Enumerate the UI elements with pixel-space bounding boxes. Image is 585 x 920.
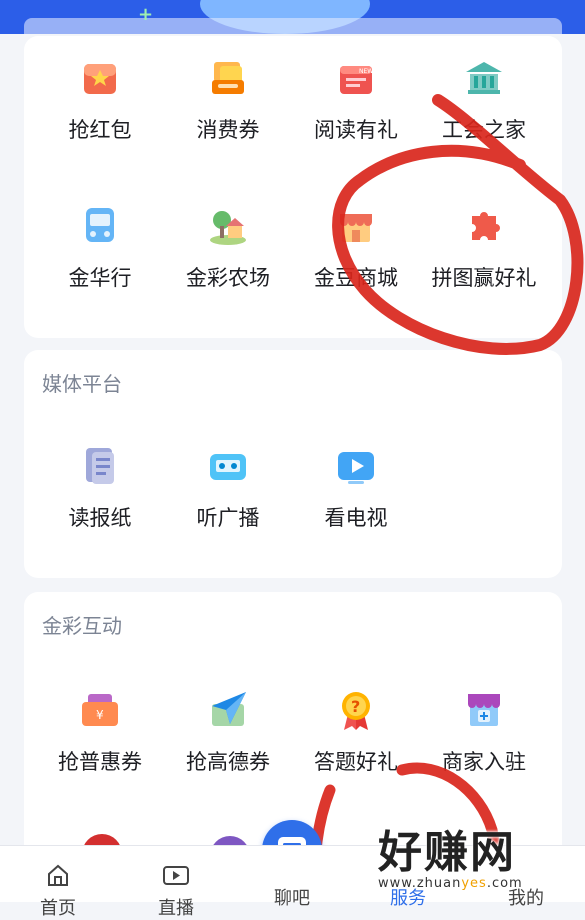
media-read-newspaper[interactable]: 读报纸 bbox=[36, 444, 164, 532]
media-watch-tv[interactable]: 看电视 bbox=[292, 444, 420, 532]
service-jinhua-travel[interactable]: 金华行 bbox=[36, 204, 164, 292]
interact-merchant-join[interactable]: 商家入驻 bbox=[420, 688, 548, 776]
media-label: 看电视 bbox=[324, 506, 388, 530]
media-listen-radio[interactable]: 听广播 bbox=[164, 444, 292, 532]
top-banner: + bbox=[0, 0, 585, 34]
watermark-domain: www.zhuanyes.com bbox=[378, 876, 578, 891]
news-gift-icon: NEWS bbox=[334, 56, 378, 100]
watermark-title: 好赚网 bbox=[378, 827, 516, 878]
banner-strip bbox=[24, 18, 562, 34]
interact-label: 答题好礼 bbox=[314, 750, 398, 774]
service-jincai-farm[interactable]: 金彩农场 bbox=[164, 204, 292, 292]
svg-text:¥: ¥ bbox=[96, 708, 104, 722]
svg-text:?: ? bbox=[351, 697, 360, 716]
watermark: 好赚网 www.zhuanyes.com bbox=[378, 816, 578, 891]
video-icon bbox=[163, 866, 189, 885]
watermark-domain-prefix: www.zhuan bbox=[378, 876, 462, 891]
interact-label: 抢普惠券 bbox=[58, 750, 142, 774]
farm-house-icon bbox=[206, 204, 250, 248]
shop-icon bbox=[334, 204, 378, 248]
watermark-domain-suffix: .com bbox=[486, 876, 523, 891]
radio-icon bbox=[206, 444, 250, 488]
service-jindou-mall[interactable]: 金豆商城 bbox=[292, 204, 420, 292]
discount-voucher-icon: ¥ bbox=[78, 688, 122, 732]
section-title: 金彩互动 bbox=[42, 614, 122, 638]
store-add-icon bbox=[462, 688, 506, 732]
service-label: 消费券 bbox=[196, 118, 260, 142]
bus-icon bbox=[78, 204, 122, 248]
nav-home[interactable]: 首页 bbox=[18, 862, 98, 920]
nav-chat[interactable]: 聊吧 bbox=[252, 882, 332, 910]
paper-plane-map-icon bbox=[206, 688, 250, 732]
service-label: 金豆商城 bbox=[314, 266, 398, 290]
media-label: 听广播 bbox=[196, 506, 260, 530]
interact-quiz-gift[interactable]: ? 答题好礼 bbox=[292, 688, 420, 776]
nav-label: 聊吧 bbox=[274, 888, 310, 909]
interact-amap-voucher[interactable]: 抢高德券 bbox=[164, 688, 292, 776]
interact-label: 商家入驻 bbox=[442, 750, 526, 774]
union-building-icon bbox=[462, 56, 506, 100]
service-union-home[interactable]: 工会之家 bbox=[420, 56, 548, 144]
newspaper-icon bbox=[78, 444, 122, 488]
service-read-gift[interactable]: NEWS 阅读有礼 bbox=[292, 56, 420, 144]
interact-label: 抢高德券 bbox=[186, 750, 270, 774]
tv-icon bbox=[334, 444, 378, 488]
home-icon bbox=[48, 864, 68, 886]
service-label: 金华行 bbox=[68, 266, 132, 290]
media-card: 媒体平台 读报纸 听广播 看电视 bbox=[24, 350, 562, 578]
nav-label: 首页 bbox=[40, 898, 76, 919]
puzzle-icon bbox=[462, 204, 506, 248]
sparkle-icon: + bbox=[138, 4, 154, 25]
service-label: 工会之家 bbox=[442, 118, 526, 142]
media-label: 读报纸 bbox=[68, 506, 132, 530]
nav-live[interactable]: 直播 bbox=[136, 862, 216, 920]
services-card: 抢红包 消费券 NEWS 阅读有礼 工会之家 金华行 金彩农场 金豆商城 拼图赢… bbox=[24, 36, 562, 338]
service-label: 金彩农场 bbox=[186, 266, 270, 290]
watermark-domain-accent: yes bbox=[461, 876, 487, 891]
nav-label: 直播 bbox=[158, 898, 194, 919]
service-consumption-coupon[interactable]: 消费券 bbox=[164, 56, 292, 144]
svg-text:NEWS: NEWS bbox=[359, 68, 377, 75]
question-medal-icon: ? bbox=[334, 688, 378, 732]
service-grab-red-envelope[interactable]: 抢红包 bbox=[36, 56, 164, 144]
service-label: 拼图赢好礼 bbox=[431, 266, 537, 290]
section-title: 媒体平台 bbox=[42, 372, 122, 396]
service-label: 抢红包 bbox=[68, 118, 132, 142]
red-envelope-icon bbox=[78, 56, 122, 100]
interact-inclusive-voucher[interactable]: ¥ 抢普惠券 bbox=[36, 688, 164, 776]
service-puzzle-gift[interactable]: 拼图赢好礼 bbox=[420, 204, 548, 292]
coupon-icon bbox=[206, 56, 250, 100]
service-label: 阅读有礼 bbox=[314, 118, 398, 142]
